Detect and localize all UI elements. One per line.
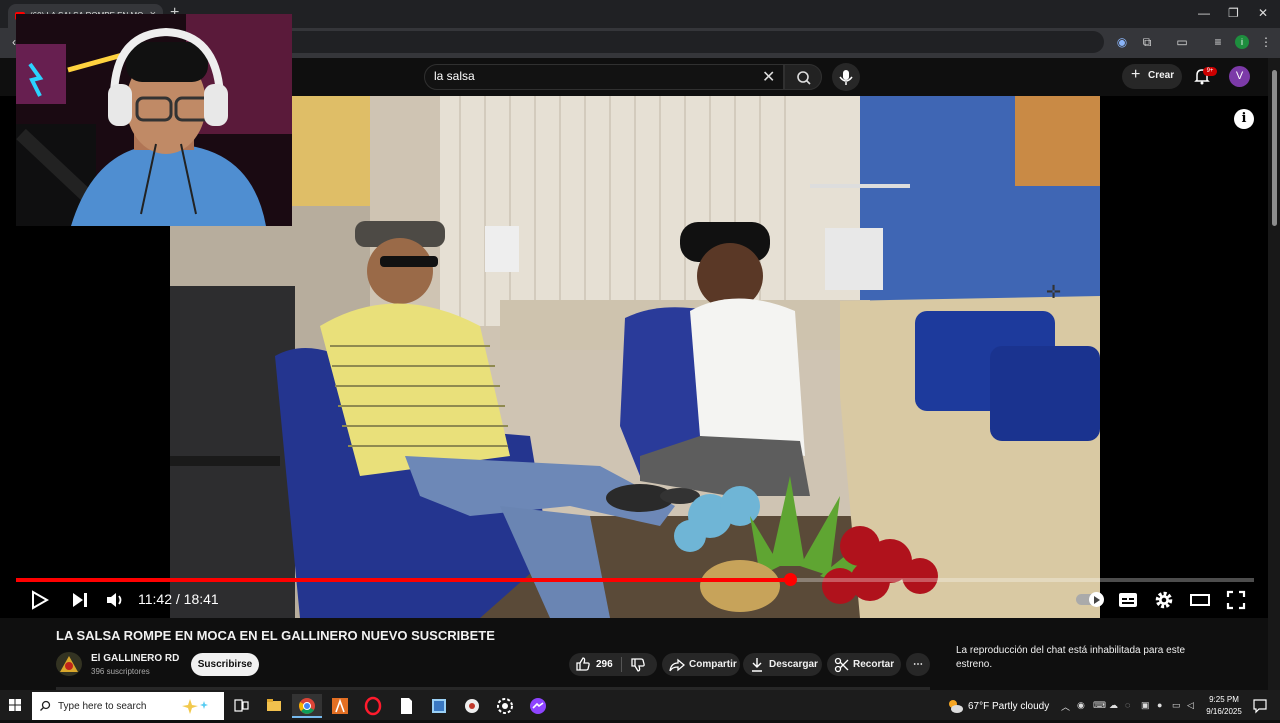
play-icon[interactable] (29, 590, 49, 610)
progress-fill (16, 578, 790, 582)
app-a-icon[interactable] (325, 694, 355, 718)
media-icon[interactable]: ≡ (1210, 34, 1226, 50)
autoplay-toggle-knob[interactable] (1089, 592, 1104, 607)
search-button[interactable] (784, 64, 822, 90)
file-explorer-icon[interactable] (259, 694, 289, 718)
opera-icon[interactable] (358, 694, 388, 718)
dislike-icon[interactable] (630, 657, 646, 673)
restore-button[interactable]: ❐ (1228, 6, 1239, 20)
page-scrollbar-thumb[interactable] (1272, 70, 1277, 226)
chat-disabled-message: La reproducción del chat está inhabilita… (956, 645, 1186, 670)
search-icon (40, 700, 51, 711)
subtitles-icon[interactable] (1118, 590, 1138, 610)
voice-search-button[interactable] (832, 63, 860, 91)
more-actions-button[interactable]: ⋯ (906, 653, 930, 676)
fullscreen-icon[interactable] (1226, 590, 1246, 610)
video-scene (170, 96, 1100, 618)
chrome-icon[interactable] (292, 694, 322, 718)
channel-avatar[interactable] (56, 652, 82, 676)
image-viewer-icon[interactable] (424, 694, 454, 718)
theater-mode-icon[interactable] (1190, 590, 1210, 610)
mic-icon (839, 70, 853, 85)
profile-avatar[interactable]: i (1235, 35, 1249, 49)
app-circle-icon[interactable] (457, 694, 487, 718)
download-icon (752, 658, 762, 672)
like-icon[interactable] (575, 656, 591, 672)
tab-search-icon[interactable]: ▭ (1174, 34, 1190, 50)
menu-dots-icon[interactable]: ⋮ (1258, 34, 1274, 50)
weather-icon[interactable] (946, 698, 964, 714)
search-icon (797, 71, 811, 85)
webcam-scene (16, 14, 292, 226)
scissors-icon (834, 657, 849, 673)
cursor-crosshair-icon: ✛ (1046, 282, 1062, 302)
notification-center-icon[interactable] (1252, 698, 1268, 714)
video-frame[interactable] (170, 96, 1100, 618)
clock-time[interactable]: 9:25 PM (1206, 695, 1242, 704)
time-display: 11:42 / 18:41 (138, 591, 219, 607)
clock-date[interactable]: 9/16/2025 (1200, 707, 1248, 716)
search-input[interactable] (424, 64, 784, 90)
create-button[interactable]: + Crear (1122, 64, 1182, 89)
tray-keyboard-icon[interactable]: ⌨ (1093, 700, 1106, 711)
plus-icon: + (1131, 66, 1141, 83)
windows-start-icon[interactable] (0, 690, 30, 720)
channel-name[interactable]: El GALLINERO RD (91, 653, 179, 664)
clip-label: Recortar (853, 659, 895, 670)
account-avatar[interactable]: V (1229, 66, 1250, 87)
weather-description[interactable]: Partly cloudy (992, 701, 1049, 712)
info-icon[interactable]: i (1234, 109, 1254, 129)
notification-badge: 9+ (1203, 67, 1217, 76)
messenger-icon[interactable] (523, 694, 553, 718)
download-label: Descargar (769, 659, 818, 670)
close-window-button[interactable]: ✕ (1258, 6, 1268, 20)
channel-logo-icon (60, 656, 78, 672)
tray-record-icon[interactable]: ◉ (1077, 700, 1085, 711)
task-view-icon[interactable] (226, 694, 256, 718)
volume-icon[interactable] (105, 590, 125, 610)
search-input-value[interactable]: la salsa (434, 69, 475, 83)
app-gear-icon[interactable] (490, 694, 520, 718)
tray-chevron-icon[interactable]: ︿ (1061, 700, 1070, 713)
search-highlight-icon (182, 699, 208, 714)
tray-cloud-icon[interactable]: ☁ (1109, 700, 1118, 711)
tray-mic-icon[interactable]: ● (1157, 700, 1162, 710)
settings-icon[interactable] (1154, 590, 1174, 610)
video-title: LA SALSA ROMPE EN MOCA EN EL GALLINERO N… (56, 628, 495, 643)
taskbar-search-placeholder[interactable]: Type here to search (58, 701, 146, 712)
tray-app-icon[interactable]: ◌ (1125, 700, 1130, 710)
like-divider (621, 657, 622, 672)
create-label: Crear (1148, 70, 1175, 81)
tray-network-icon[interactable]: ▭ (1172, 700, 1181, 711)
like-count: 296 (596, 659, 613, 670)
minimize-button[interactable]: — (1198, 6, 1210, 20)
document-icon[interactable] (391, 694, 421, 718)
close-icon[interactable]: ✕ (762, 67, 775, 87)
subscribe-button[interactable]: Suscribirse (191, 653, 259, 676)
weather-temperature[interactable]: 67°F (968, 701, 989, 712)
tray-volume-icon[interactable]: ◁ (1187, 700, 1194, 711)
tray-camera-icon[interactable]: ▣ (1141, 700, 1150, 711)
webcam-overlay (16, 14, 292, 226)
share-icon (669, 658, 685, 672)
subscriber-count: 396 suscriptores (91, 667, 150, 676)
cast-icon[interactable]: ◉ (1114, 34, 1130, 50)
next-icon[interactable] (70, 590, 90, 610)
extensions-icon[interactable]: ⧉ (1139, 34, 1155, 50)
share-label: Compartir (689, 659, 737, 670)
progress-scrubber[interactable] (783, 573, 797, 586)
progress-bar[interactable] (16, 578, 1254, 582)
